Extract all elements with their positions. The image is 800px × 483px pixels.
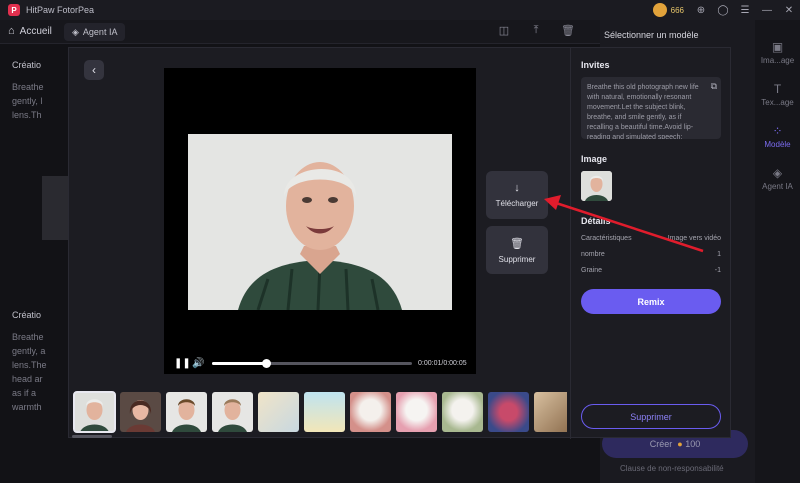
detail-row-seed: Graine -1: [581, 267, 721, 274]
home-icon: ⌂: [8, 25, 15, 37]
trash-icon: 🗑: [510, 237, 524, 250]
grid-icon: ⁘: [772, 124, 783, 138]
thumbnail-illustration[interactable]: [304, 392, 345, 432]
download-button[interactable]: ↓ Télécharger: [486, 171, 548, 219]
rail-item-model[interactable]: ⁘ Modèle: [755, 124, 800, 149]
delete-side-label: Supprimer: [498, 254, 536, 264]
pause-icon[interactable]: ❚❚: [174, 358, 191, 369]
thumbnail-old-man[interactable]: [73, 391, 116, 433]
logo-icon: P: [8, 4, 20, 16]
details-panel: Invites Breathe this old photograph new …: [571, 48, 731, 439]
list-item: Breathe: [12, 82, 44, 92]
home-button[interactable]: ⌂ Accueil: [8, 25, 52, 37]
coin-count: 666: [670, 5, 684, 15]
image-heading: Image: [581, 154, 608, 164]
detail-row-count: nombre 1: [581, 251, 721, 258]
trash-icon[interactable]: 🗑: [560, 24, 576, 40]
thumbnail-man[interactable]: [212, 392, 253, 432]
list-item: head ar: [12, 374, 43, 384]
copy-icon[interactable]: ⧉: [711, 81, 717, 91]
account-icon[interactable]: ◯: [712, 0, 734, 20]
model-panel-title: Sélectionner un modèle: [604, 30, 699, 40]
list-item: gently, l: [12, 96, 43, 106]
strip-scrollbar[interactable]: [72, 435, 112, 438]
thumbnail-woman[interactable]: [120, 392, 161, 432]
coin-icon: [652, 3, 667, 17]
thumbnail-kittens-3[interactable]: [442, 392, 483, 432]
progress-fill: [212, 361, 266, 365]
home-label: Accueil: [19, 25, 52, 37]
portrait-image: [188, 134, 452, 310]
title-bar: P HitPaw FotorPea 666 ⊕ ◯ ☰ — ✕: [0, 0, 800, 20]
disclaimer-link[interactable]: Clause de non-responsabilité: [620, 464, 724, 473]
menu-icon[interactable]: ☰: [734, 0, 756, 20]
agent-icon: ◈: [72, 26, 79, 37]
video-frame: [188, 134, 452, 310]
thumbnail-kitten-2[interactable]: [396, 392, 437, 432]
thumbnail-flowers[interactable]: [488, 392, 529, 432]
source-image-thumbnail[interactable]: [581, 171, 612, 201]
list-item: lens.Th: [12, 110, 42, 120]
thumbnail-poster[interactable]: [258, 392, 299, 432]
video-player[interactable]: ❚❚ 🔊 0:00:01/0:00:05: [164, 68, 476, 374]
agent-tab[interactable]: ◈ Agent IA: [64, 23, 126, 41]
download-label: Télécharger: [495, 199, 539, 208]
history-thumbnail: [42, 176, 68, 240]
prompt-text-box: Breathe this old photograph new life wit…: [581, 77, 721, 139]
agent-tab-label: Agent IA: [82, 27, 118, 37]
list-item: warmth: [12, 402, 42, 412]
image-icon: ▣: [771, 40, 784, 54]
list-item: lens.The: [12, 360, 47, 370]
detail-row-feature: Caractéristiques Image vers vidéo: [581, 235, 721, 242]
app-title: HitPaw FotorPea: [26, 5, 95, 15]
thumbnail-kitten-1[interactable]: [350, 392, 391, 432]
thumbnail-young-man[interactable]: [166, 392, 207, 432]
back-button[interactable]: ‹: [84, 60, 104, 80]
rail-item-agent[interactable]: ◈ Agent IA: [755, 166, 800, 191]
prompts-heading: Invites: [581, 60, 610, 70]
result-modal: ‹ ❚❚ 🔊 0:00:01/0:00:05 ↓ Télécharger 🗑 S…: [68, 47, 731, 439]
coin-icon: ●: [677, 439, 683, 449]
progress-knob[interactable]: [262, 358, 271, 368]
delete-button[interactable]: Supprimer: [581, 404, 721, 429]
list-item: Breathe: [12, 332, 44, 342]
minimize-icon[interactable]: —: [756, 0, 778, 20]
list-item: as if a: [12, 388, 37, 398]
prompt-text: Breathe this old photograph new life wit…: [587, 84, 699, 139]
agent-icon: ◈: [772, 166, 783, 180]
thumbnail-interior[interactable]: [534, 392, 567, 432]
remix-button[interactable]: Remix: [581, 289, 721, 314]
volume-icon[interactable]: 🔊: [192, 358, 206, 369]
thumbnail-strip: [72, 390, 567, 434]
compare-icon[interactable]: ◫: [496, 24, 512, 40]
rail-item-image[interactable]: ▣ Ima...age: [755, 40, 800, 65]
list-item: Créatio: [12, 60, 42, 70]
export-icon[interactable]: ⤒: [528, 24, 544, 40]
video-progress[interactable]: [212, 358, 412, 368]
rail-item-text[interactable]: T Tex...age: [755, 82, 800, 107]
add-coins-icon[interactable]: ⊕: [690, 0, 712, 20]
close-icon[interactable]: ✕: [778, 0, 800, 20]
download-icon: ↓: [514, 182, 520, 194]
back-icon: ‹: [92, 63, 96, 77]
text-icon: T: [773, 82, 782, 96]
time-display: 0:00:01/0:00:05: [418, 359, 467, 367]
details-heading: Détails: [581, 216, 611, 226]
video-controls: ❚❚ 🔊 0:00:01/0:00:05: [164, 352, 476, 374]
delete-side-button[interactable]: 🗑 Supprimer: [486, 226, 548, 274]
list-item: gently, a: [12, 346, 46, 356]
list-item: Créatio: [12, 310, 42, 320]
side-rail: ▣ Ima...age T Tex...age ⁘ Modèle ◈ Agent IA: [755, 20, 800, 483]
